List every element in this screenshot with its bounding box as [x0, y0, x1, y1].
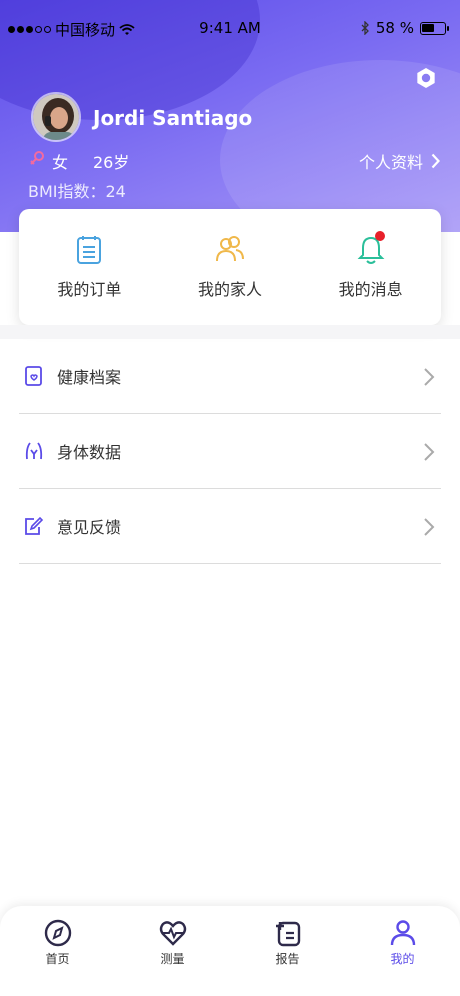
menu-label: 意见反馈 [57, 518, 122, 537]
tab-label: 我的 [390, 952, 415, 966]
my-messages-label: 我的消息 [338, 280, 403, 299]
my-family-button[interactable]: 我的家人 [160, 209, 301, 325]
feedback-icon [25, 516, 44, 535]
menu-item-body-data[interactable]: 身体数据 [19, 414, 441, 489]
tab-label: 报告 [275, 952, 300, 966]
report-icon [275, 921, 300, 947]
menu-item-health-record[interactable]: 健康档案 [19, 339, 441, 414]
female-icon [30, 151, 44, 165]
battery-percent: 58 % [375, 19, 414, 37]
heart-pulse-icon [159, 921, 186, 946]
compass-icon [44, 919, 71, 947]
health-record-icon [25, 366, 42, 386]
order-icon [77, 236, 102, 264]
quick-actions-card: 我的订单 我的家人 我的消息 [19, 209, 441, 325]
avatar[interactable] [31, 92, 81, 142]
bmi-value: BMI指数：24 [28, 182, 126, 201]
my-messages-button[interactable]: 我的消息 [300, 209, 441, 325]
settings-menu: 健康档案 身体数据 意见反馈 [19, 339, 441, 564]
user-name: Jordi Santiago [93, 106, 253, 130]
tab-home[interactable]: 首页 [0, 906, 115, 996]
battery-icon [420, 21, 449, 35]
menu-item-feedback[interactable]: 意见反馈 [19, 489, 441, 564]
tab-measure[interactable]: 测量 [115, 906, 230, 996]
profile-link-label: 个人资料 [358, 153, 423, 172]
tab-label: 测量 [160, 952, 185, 966]
chevron-right-icon [424, 368, 435, 386]
chevron-right-icon [424, 518, 435, 536]
my-orders-label: 我的订单 [57, 280, 122, 299]
menu-label: 健康档案 [57, 368, 122, 387]
tab-mine[interactable]: 我的 [345, 906, 460, 996]
my-orders-button[interactable]: 我的订单 [19, 209, 160, 325]
gender-value: 女 [52, 153, 69, 172]
unread-badge [374, 231, 385, 241]
chevron-right-icon [431, 153, 440, 169]
tab-report[interactable]: 报告 [230, 906, 345, 996]
tab-label: 首页 [45, 952, 70, 966]
bluetooth-icon [361, 21, 369, 35]
chevron-right-icon [424, 443, 435, 461]
age-value: 26岁 [93, 153, 130, 172]
person-icon [390, 920, 415, 946]
tab-bar: 首页 测量 报告 我的 [0, 906, 460, 996]
menu-label: 身体数据 [57, 443, 122, 462]
body-data-icon [25, 442, 43, 460]
profile-link[interactable]: 个人资料 [359, 149, 440, 173]
family-icon [216, 236, 244, 262]
section-divider [0, 325, 460, 339]
status-bar: 中国移动 9:41 AM 58 % [0, 0, 460, 56]
my-family-label: 我的家人 [198, 280, 263, 299]
settings-gear-icon[interactable] [414, 66, 438, 90]
